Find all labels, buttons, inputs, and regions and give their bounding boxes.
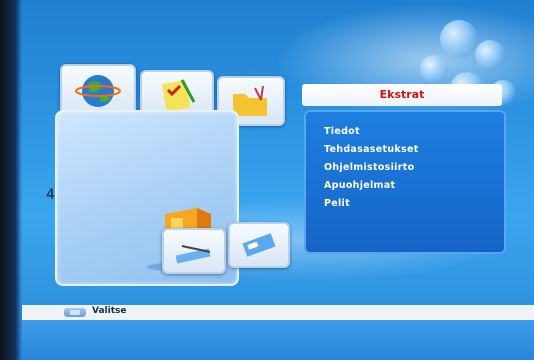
card-icon (242, 233, 276, 257)
globe-icon (75, 75, 121, 107)
tile-tools[interactable] (162, 228, 226, 274)
select-hint: Valitse (92, 306, 127, 316)
menu-title: Ekstrat (302, 84, 502, 106)
menu-item-ohjelmistosiirto[interactable]: Ohjelmistosiirto (324, 162, 414, 173)
menu-item-tiedot[interactable]: Tiedot (324, 126, 360, 137)
menu-item-tehdasasetukset[interactable]: Tehdasasetukset (324, 144, 419, 155)
help-bar: Valitse (22, 305, 534, 320)
bottom-panel (22, 320, 534, 360)
tools-icon (175, 245, 211, 264)
ok-key-icon (64, 308, 86, 317)
category-carousel (52, 58, 297, 290)
tile-card[interactable] (228, 222, 290, 268)
extras-menu: Tiedot Tehdasasetukset Ohjelmistosiirto … (304, 110, 506, 254)
menu-item-apuohjelmat[interactable]: Apuohjelmat (324, 180, 395, 191)
category-number: 4 (46, 187, 55, 203)
tv-screen: 4 Ekstrat Tiedot Tehdasasetukset Ohjelmi… (0, 0, 534, 360)
menu-item-pelit[interactable]: Pelit (324, 198, 350, 209)
screen-edge-shadow (0, 0, 22, 360)
